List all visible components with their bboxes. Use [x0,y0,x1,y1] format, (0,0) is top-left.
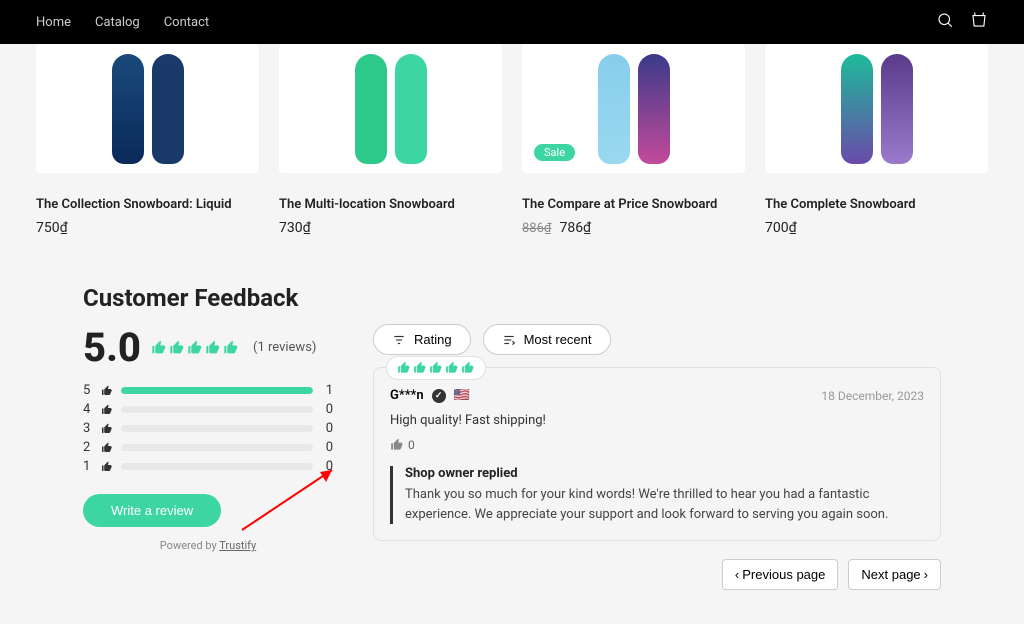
feedback-summary: 5.0 (1 reviews) 51 40 30 20 10 Write a r… [83,324,333,590]
product-card[interactable]: The Multi-location Snowboard 730₫ [279,44,502,236]
filter-recent-button[interactable]: Most recent [483,324,611,355]
reply-title: Shop owner replied [405,466,924,481]
chevron-left-icon: ‹ [735,567,739,582]
product-card[interactable]: Sale The Compare at Price Snowboard 886₫… [522,44,745,236]
next-page-button[interactable]: Next page› [848,559,941,590]
review-rating-badge [386,356,486,380]
helpful-button[interactable]: 0 [390,438,924,452]
header: Home Catalog Contact [0,0,1024,44]
nav-contact[interactable]: Contact [164,15,209,30]
review-count: (1 reviews) [253,340,316,355]
product-price: 700₫ [765,220,988,236]
product-image [279,44,502,173]
product-image [765,44,988,173]
review-date: 18 December, 2023 [821,389,924,403]
feedback-section: Customer Feedback 5.0 (1 reviews) 51 40 … [0,284,1024,590]
write-review-button[interactable]: Write a review [83,494,221,527]
pagination: ‹Previous page Next page› [373,559,941,590]
nav: Home Catalog Contact [36,15,209,30]
rating-bar-row[interactable]: 10 [83,459,333,474]
product-title: The Complete Snowboard [765,197,988,212]
product-image: Sale [522,44,745,173]
reviewer-name: G***n [390,388,424,403]
cart-icon[interactable] [970,11,988,33]
product-price: 750₫ [36,220,259,236]
trustify-link[interactable]: Trustify [219,539,256,552]
shop-reply: Shop owner replied Thank you so much for… [390,466,924,524]
search-icon[interactable] [936,11,954,33]
rating-bar-row[interactable]: 20 [83,440,333,455]
reply-text: Thank you so much for your kind words! W… [405,485,924,524]
product-price: 730₫ [279,220,502,236]
review-card: G***n ✓ 🇺🇸 18 December, 2023 High quality!… [373,367,941,541]
nav-home[interactable]: Home [36,15,71,30]
product-title: The Multi-location Snowboard [279,197,502,212]
header-actions [936,11,988,33]
rating-number: 5.0 [83,324,141,371]
rating-thumbs [151,340,239,356]
rating-bar-row[interactable]: 30 [83,421,333,436]
product-grid: The Collection Snowboard: Liquid 750₫ Th… [0,44,1024,236]
reviewer-flag-icon: 🇺🇸 [454,388,470,403]
nav-catalog[interactable]: Catalog [95,15,140,30]
chevron-right-icon: › [924,567,928,582]
product-image [36,44,259,173]
rating-bar-row[interactable]: 40 [83,402,333,417]
rating-bars: 51 40 30 20 10 [83,383,333,474]
verified-icon: ✓ [432,389,446,403]
product-card[interactable]: The Collection Snowboard: Liquid 750₫ [36,44,259,236]
rating-bar-row[interactable]: 51 [83,383,333,398]
feedback-title: Customer Feedback [83,284,941,312]
product-title: The Compare at Price Snowboard [522,197,745,212]
old-price: 886₫ [522,221,551,236]
product-price: 886₫ 786₫ [522,220,745,236]
sale-price: 786₫ [559,220,591,236]
feedback-reviews: Rating Most recent G***n ✓ 🇺🇸 18 December,… [373,324,941,590]
sale-badge: Sale [534,144,575,161]
product-title: The Collection Snowboard: Liquid [36,197,259,212]
product-card[interactable]: The Complete Snowboard 700₫ [765,44,988,236]
filter-rating-button[interactable]: Rating [373,324,471,355]
review-text: High quality! Fast shipping! [390,413,924,428]
powered-by: Powered by Trustify [83,539,333,552]
prev-page-button[interactable]: ‹Previous page [722,559,838,590]
